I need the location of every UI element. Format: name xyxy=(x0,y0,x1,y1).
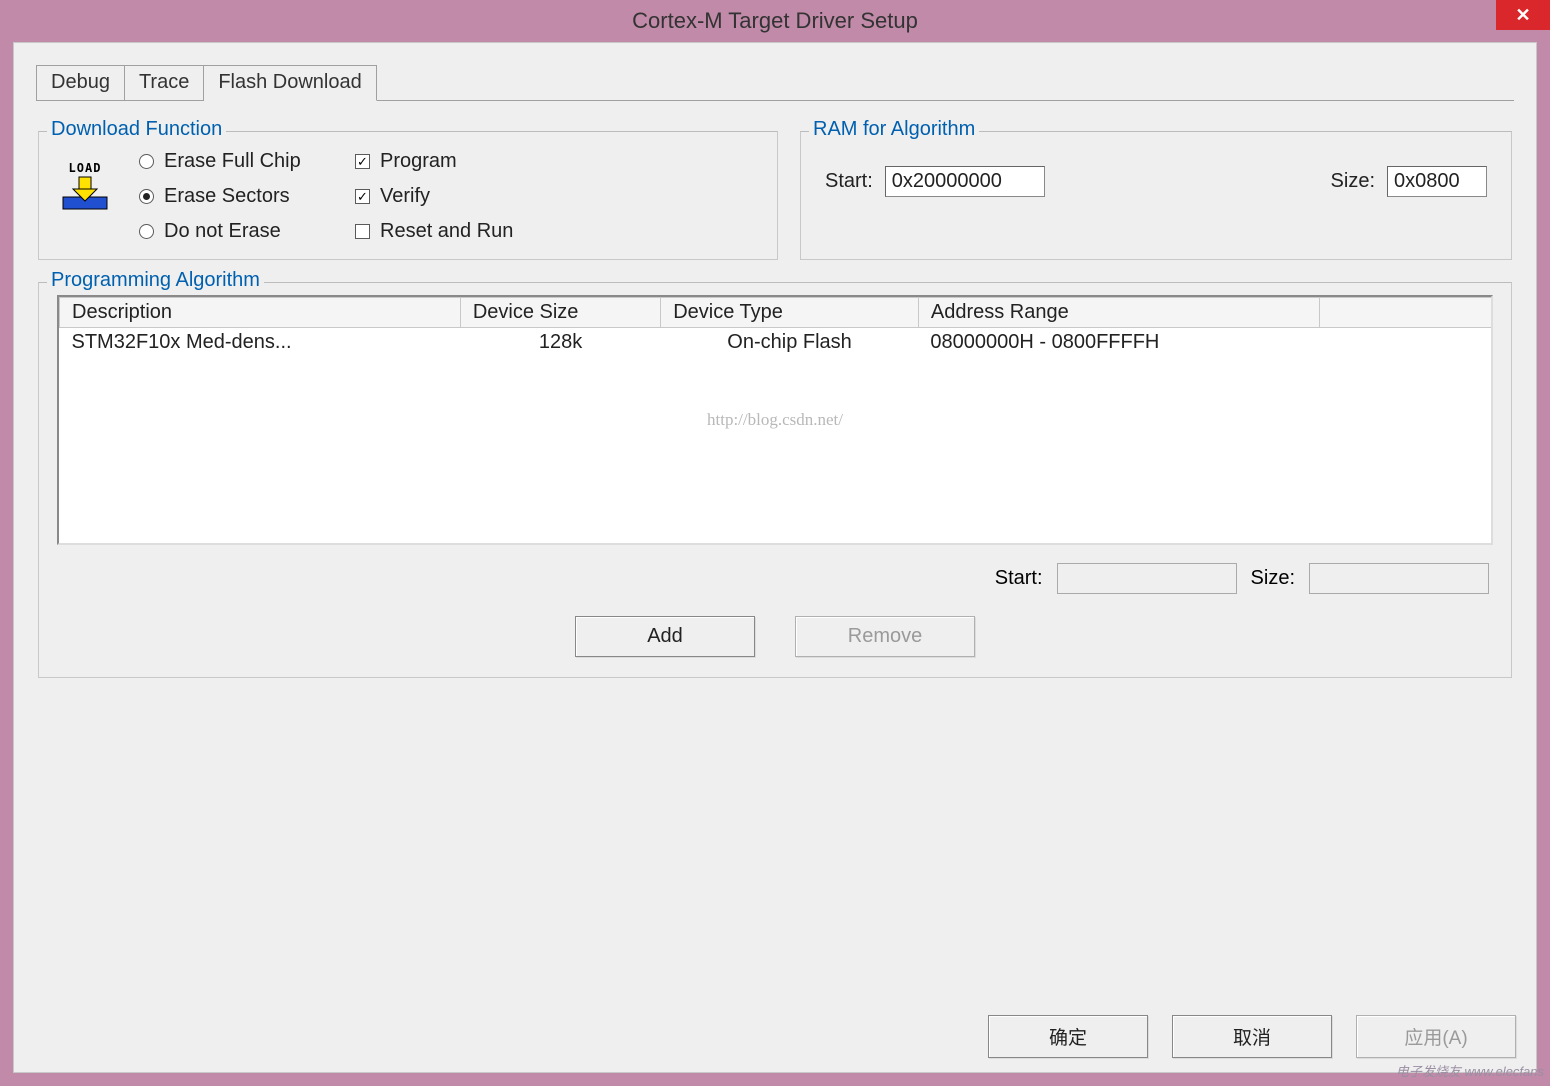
col-address-range[interactable]: Address Range xyxy=(918,298,1319,328)
label-algo-size: Size: xyxy=(1251,567,1295,590)
close-button[interactable]: ✕ xyxy=(1496,0,1550,30)
close-icon: ✕ xyxy=(1515,5,1530,26)
input-algo-size xyxy=(1309,563,1489,594)
dialog-body: Debug Trace Flash Download Download Func… xyxy=(13,42,1537,1073)
col-device-size[interactable]: Device Size xyxy=(460,298,660,328)
col-device-type[interactable]: Device Type xyxy=(661,298,919,328)
tab-content: Download Function LOAD xyxy=(36,101,1514,690)
tab-bar: Debug Trace Flash Download xyxy=(36,65,1514,101)
watermark-text: http://blog.csdn.net/ xyxy=(707,410,843,430)
label-algo-start: Start: xyxy=(995,567,1043,590)
cancel-button[interactable]: 取消 xyxy=(1172,1015,1332,1058)
tab-trace[interactable]: Trace xyxy=(125,65,204,101)
checkbox-verify[interactable]: Verify xyxy=(355,185,513,208)
legend-programming-algorithm: Programming Algorithm xyxy=(47,269,264,292)
apply-button: 应用(A) xyxy=(1356,1015,1516,1058)
checkbox-reset-and-run[interactable]: Reset and Run xyxy=(355,220,513,243)
titlebar: Cortex-M Target Driver Setup ✕ xyxy=(0,0,1550,42)
col-description[interactable]: Description xyxy=(60,298,461,328)
cell-device-type: On-chip Flash xyxy=(661,328,919,358)
group-ram-for-algorithm: RAM for Algorithm Start: Size: xyxy=(800,131,1512,260)
label-ram-size: Size: xyxy=(1331,170,1375,193)
radio-erase-full-chip[interactable]: Erase Full Chip xyxy=(139,150,329,173)
radio-do-not-erase[interactable]: Do not Erase xyxy=(139,220,329,243)
radio-icon xyxy=(139,189,154,204)
group-programming-algorithm: Programming Algorithm Description Device… xyxy=(38,282,1512,678)
checkbox-icon xyxy=(355,224,370,239)
radio-erase-sectors[interactable]: Erase Sectors xyxy=(139,185,329,208)
legend-download-function: Download Function xyxy=(47,118,226,141)
radio-icon xyxy=(139,224,154,239)
table-row[interactable]: STM32F10x Med-dens... 128k On-chip Flash… xyxy=(60,328,1492,358)
remove-button: Remove xyxy=(795,616,975,657)
cell-address-range: 08000000H - 0800FFFFH xyxy=(918,328,1319,358)
radio-icon xyxy=(139,154,154,169)
tab-debug[interactable]: Debug xyxy=(36,65,125,101)
col-spacer xyxy=(1319,298,1491,328)
cell-device-size: 128k xyxy=(460,328,660,358)
table-header-row: Description Device Size Device Type Addr… xyxy=(60,298,1492,328)
window-title: Cortex-M Target Driver Setup xyxy=(632,8,918,34)
dialog-footer: 确定 取消 应用(A) xyxy=(988,1015,1516,1058)
tab-flash-download[interactable]: Flash Download xyxy=(204,65,376,101)
input-ram-size[interactable] xyxy=(1387,166,1487,197)
legend-ram-for-algorithm: RAM for Algorithm xyxy=(809,118,979,141)
input-algo-start xyxy=(1057,563,1237,594)
checkbox-icon xyxy=(355,189,370,204)
checkbox-icon xyxy=(355,154,370,169)
label-ram-start: Start: xyxy=(825,170,873,193)
load-icon: LOAD xyxy=(57,158,113,214)
algorithm-table[interactable]: Description Device Size Device Type Addr… xyxy=(57,295,1493,545)
checkbox-program[interactable]: Program xyxy=(355,150,513,173)
cell-description: STM32F10x Med-dens... xyxy=(60,328,461,358)
add-button[interactable]: Add xyxy=(575,616,755,657)
group-download-function: Download Function LOAD xyxy=(38,131,778,260)
ok-button[interactable]: 确定 xyxy=(988,1015,1148,1058)
input-ram-start[interactable] xyxy=(885,166,1045,197)
